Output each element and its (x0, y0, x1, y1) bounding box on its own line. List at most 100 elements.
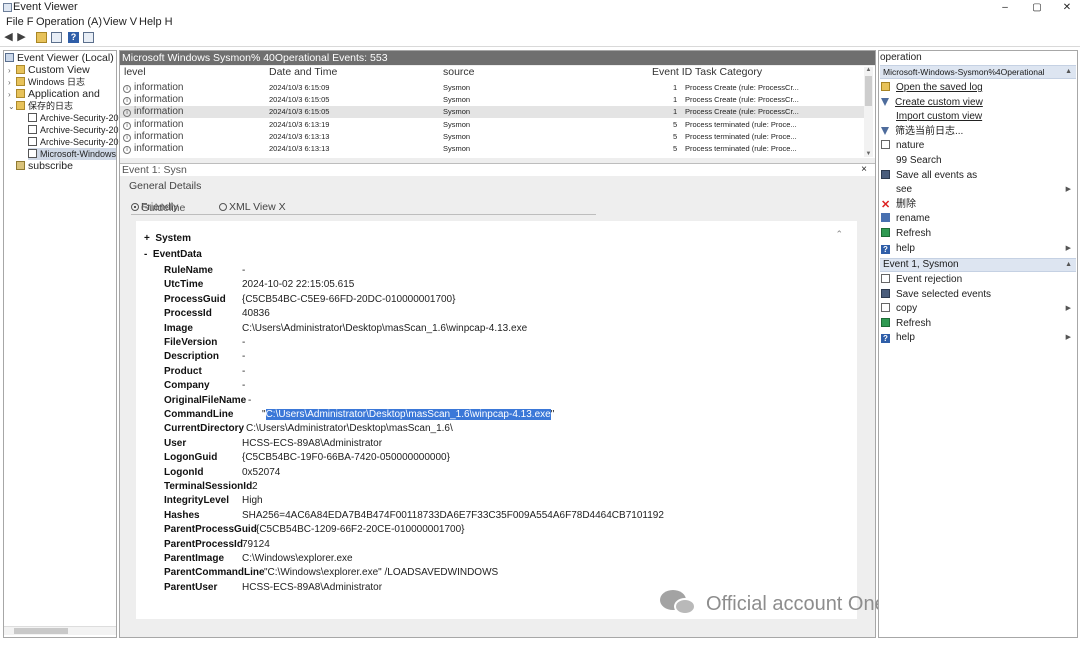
action-item[interactable]: Create custom view (881, 96, 1075, 109)
action-item[interactable]: Open the saved log (881, 81, 1075, 94)
action-item[interactable]: copy ▶ (881, 302, 1075, 315)
action-item[interactable]: rename (881, 212, 1075, 225)
menu-operation[interactable]: Operation (A) (36, 15, 102, 29)
field-key: Hashes (164, 509, 200, 521)
field-key: Description (164, 351, 220, 363)
action-item[interactable]: Refresh (881, 317, 1075, 330)
blank-icon (881, 155, 890, 164)
log-file-icon (28, 137, 37, 146)
maximize-button[interactable]: ▢ (1022, 0, 1052, 15)
minimize-button[interactable]: – (990, 0, 1020, 15)
copy-icon (881, 303, 890, 313)
action-pane-icon[interactable] (83, 32, 94, 43)
console-tree-icon[interactable] (51, 32, 62, 43)
column-eventid-category[interactable]: Event ID Task Category (652, 66, 762, 79)
actions-section-event[interactable]: Event 1, Sysmon ▲ (880, 258, 1076, 272)
table-row[interactable]: i information 2024/10/3 6:13:13 Sysmon 5 … (120, 143, 865, 155)
scrollbar-thumb[interactable] (865, 76, 872, 106)
table-row[interactable]: i information 2024/10/3 6:15:05 Sysmon 1 … (120, 94, 865, 106)
field-key: UtcTime (164, 279, 204, 291)
tree-subscriptions[interactable]: subscribe (16, 160, 73, 172)
forward-arrow-icon[interactable]: ▶ (16, 32, 27, 43)
scroll-up-icon[interactable]: ▲ (864, 67, 873, 73)
column-datetime[interactable]: Date and Time (269, 66, 337, 79)
menu-file[interactable]: File F (6, 15, 34, 29)
field-value: 2024-10-02 22:15:05.615 (242, 279, 355, 291)
action-item[interactable]: ? help ▶ (881, 242, 1075, 255)
tree-saved-log-item[interactable]: Archive-Security-2024 (28, 112, 129, 124)
open-folder-icon[interactable] (36, 32, 47, 43)
action-item[interactable]: 筛选当前日志... (881, 125, 1075, 138)
collapse-triangle-icon[interactable]: ▲ (1065, 66, 1072, 78)
field-value: 79124 (242, 538, 270, 550)
action-item[interactable]: 99 Search (881, 154, 1075, 167)
tree-saved-log-item[interactable]: Archive-Security-2024 (28, 124, 129, 136)
detail-tabs[interactable]: General Details (129, 180, 201, 192)
event-list-vertical-scrollbar[interactable]: ▲ ▼ (864, 67, 873, 157)
action-item[interactable]: see ▶ (881, 183, 1075, 196)
scroll-down-icon[interactable]: ▼ (864, 151, 873, 157)
information-icon: i (123, 146, 131, 154)
tree-root[interactable]: Event Viewer (Local) (5, 52, 114, 64)
open-folder-icon (881, 82, 890, 91)
system-section-toggle[interactable]: + System (144, 233, 191, 244)
field-value: C:\Users\Administrator\Desktop\masScan_1… (246, 423, 453, 435)
collapse-up-icon[interactable]: ⌃ (835, 229, 843, 240)
menu-help[interactable]: Help H (139, 15, 173, 29)
help-icon[interactable]: ? (68, 32, 79, 43)
field-key: TerminalSessionId (164, 481, 253, 492)
action-item[interactable]: ? help ▶ (881, 331, 1075, 344)
column-level[interactable]: level (124, 66, 146, 79)
table-row[interactable]: i information 2024/10/3 6:15:09 Sysmon 1 … (120, 82, 865, 94)
selected-text[interactable]: C:\Users\Administrator\Desktop\masScan_1… (265, 409, 551, 420)
xml-view-radio[interactable]: XML View X (219, 201, 286, 213)
actions-section-log[interactable]: Microsoft-Windows-Sysmon%4Operational ▲ (880, 65, 1076, 79)
action-item[interactable]: Refresh (881, 227, 1075, 240)
menu-bar: File F Operation (A) View V Help H (0, 15, 1080, 29)
field-value: SHA256=4AC6A84EDA7B4B474F00118733DA6E7F3… (242, 509, 664, 521)
action-item[interactable]: nature (881, 139, 1075, 152)
table-row-selected[interactable]: i information 2024/10/3 6:15:05 Sysmon 1 … (120, 106, 865, 118)
action-item[interactable]: Event rejection (881, 273, 1075, 286)
save-icon (881, 288, 890, 298)
tree-horizontal-scrollbar[interactable] (4, 626, 116, 635)
action-item[interactable]: Save selected events (881, 288, 1075, 301)
tree-saved-logs[interactable]: ⌄ 保存的日志 (8, 100, 73, 112)
table-row[interactable]: i information 2024/10/3 6:13:19 Sysmon 5 … (120, 119, 865, 131)
close-window-button[interactable]: ✕ (1052, 0, 1080, 15)
field-value: 40836 (242, 308, 270, 320)
field-value: - (242, 380, 246, 392)
folder-icon (16, 65, 25, 74)
console-tree-pane: Event Viewer (Local) › Custom View › Windo… (3, 50, 129, 638)
event-list-header: level Date and Time source Event ID Task… (120, 66, 865, 79)
field-key: Image (164, 322, 193, 334)
eventdata-section-toggle[interactable]: - EventData (144, 249, 202, 260)
tree-custom-view[interactable]: › Custom View (8, 64, 90, 76)
action-item[interactable]: ✕ 删除 (881, 198, 1075, 211)
field-value: {C5CB54BC-C5E9-66FD-20DC-010000001700} (242, 293, 456, 305)
friendly-view-overlay-label: Guideline (141, 202, 186, 214)
scrollbar-thumb[interactable] (14, 628, 68, 634)
tree-saved-log-item-selected[interactable]: Microsoft-Windows-S (28, 148, 116, 160)
action-item[interactable]: Save all events as (881, 169, 1075, 182)
field-key: ParentUser (164, 581, 218, 593)
table-row[interactable]: i information 2024/10/3 6:13:13 Sysmon 5 … (120, 131, 865, 143)
title-bar: Event Viewer – ▢ ✕ (0, 0, 1080, 15)
tree-app-services[interactable]: › Application and (8, 88, 100, 100)
tree-saved-log-item[interactable]: Archive-Security-2024 (28, 136, 129, 148)
field-key: CommandLine (164, 409, 234, 420)
action-item[interactable]: Import custom view (881, 110, 1075, 123)
friendly-view-panel: ⌃ + System - EventData RuleName - UtcTime 2… (136, 221, 857, 619)
field-key: LogonGuid (164, 452, 218, 464)
back-arrow-icon[interactable]: ◀ (3, 32, 14, 43)
chevron-down-icon[interactable]: ⌄ (8, 101, 16, 113)
action-label: Import custom view (896, 111, 983, 123)
menu-view[interactable]: View V (103, 15, 137, 29)
column-source[interactable]: source (443, 66, 475, 79)
blank-icon (881, 184, 890, 193)
tree-windows-log[interactable]: › Windows 日志 (8, 76, 85, 88)
computer-icon (5, 53, 14, 62)
toolbar: ◀ ▶ ? (0, 29, 1080, 47)
detail-close-button[interactable]: × (861, 163, 867, 176)
collapse-triangle-icon[interactable]: ▲ (1065, 259, 1072, 271)
